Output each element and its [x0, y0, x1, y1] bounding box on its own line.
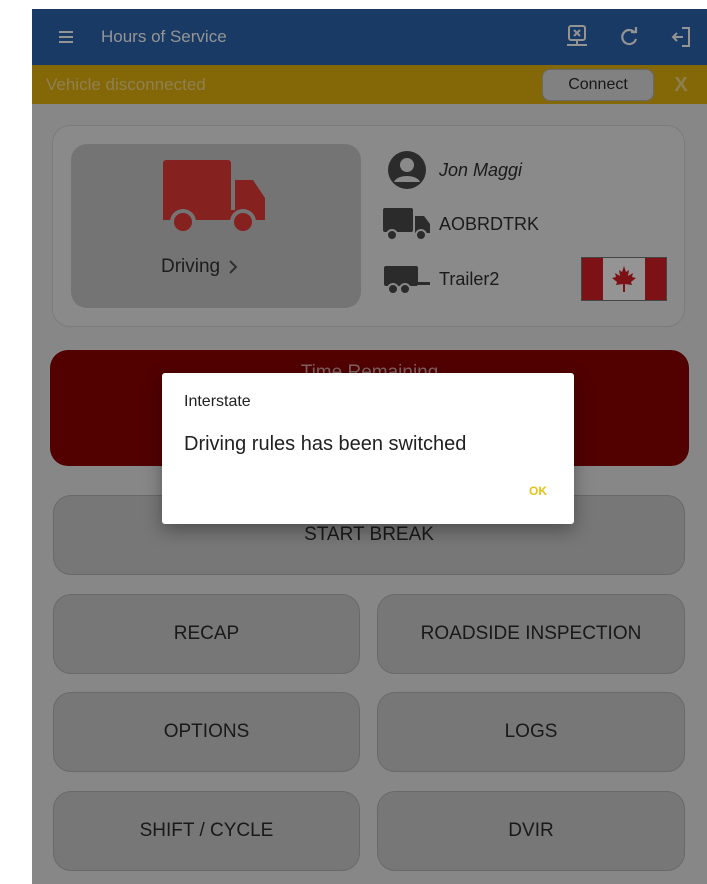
dialog-message: Driving rules has been switched — [184, 433, 467, 455]
app-screen: Hours of Service Vehicle disconnected Co… — [32, 9, 707, 884]
dialog-title: Interstate — [184, 393, 251, 410]
rules-switched-dialog: Interstate Driving rules has been switch… — [162, 373, 574, 524]
top-margin — [0, 0, 707, 9]
dialog-ok-button[interactable]: OK — [518, 481, 558, 501]
left-margin — [0, 0, 32, 884]
